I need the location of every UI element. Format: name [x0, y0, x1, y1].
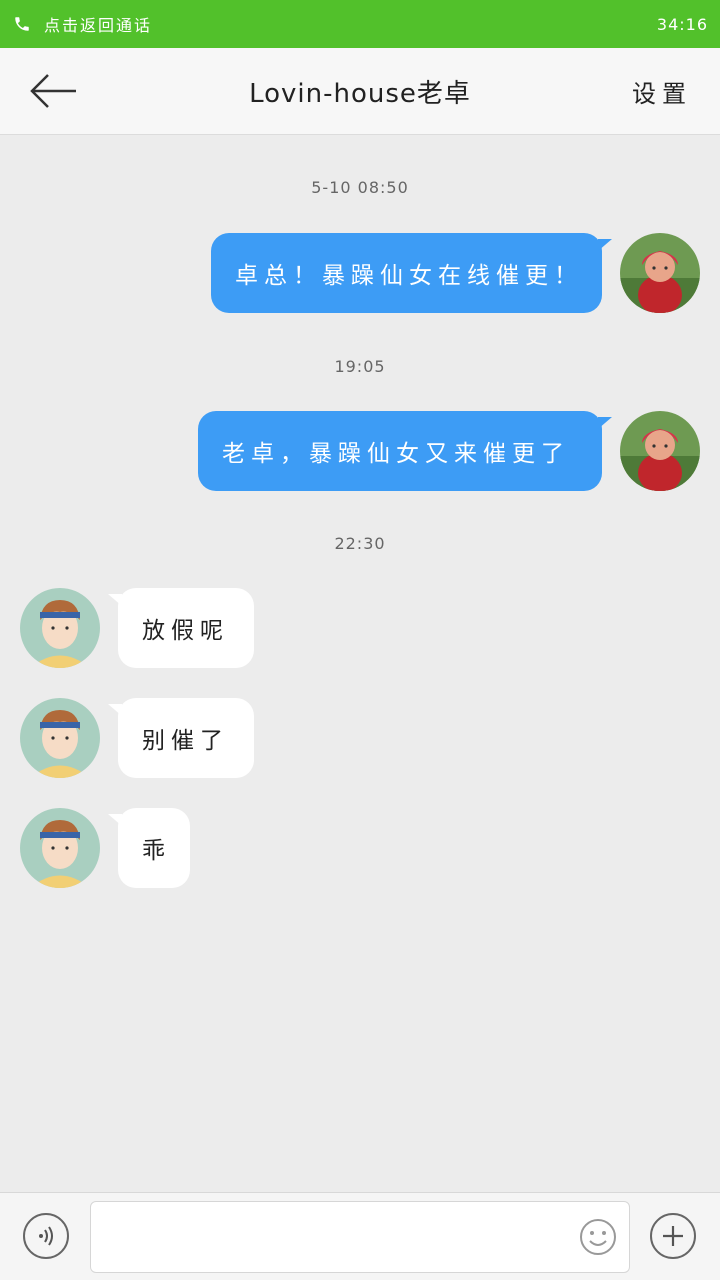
input-bar	[0, 1192, 720, 1280]
incoming-message-bubble[interactable]: 别催了	[108, 698, 254, 778]
message-timestamp: 5-10 08:50	[311, 178, 409, 197]
my-avatar[interactable]	[620, 411, 700, 491]
arrow-left-icon	[30, 74, 76, 108]
message-timestamp: 19:05	[334, 357, 386, 376]
plus-icon	[663, 1226, 683, 1246]
voice-button[interactable]	[23, 1213, 69, 1259]
plus-button[interactable]	[650, 1213, 696, 1259]
return-to-call[interactable]: 点击返回通话	[12, 12, 152, 36]
phone-icon	[12, 14, 32, 34]
call-text: 点击返回通话	[44, 16, 153, 35]
smiley-icon	[580, 1219, 616, 1255]
settings-button[interactable]: 设置	[632, 48, 692, 135]
page-title: Lovin-house老卓	[249, 79, 471, 109]
nav-bar: Lovin-house老卓 设置	[0, 48, 720, 135]
call-timer: 34:16	[656, 14, 708, 34]
contact-avatar[interactable]	[20, 588, 100, 668]
chat-area[interactable]: 5-10 08:50 卓总！暴躁仙女在线催更！ 19:05 老卓，暴躁仙女又来催…	[0, 136, 720, 1192]
outgoing-message-bubble[interactable]: 老卓，暴躁仙女又来催更了	[198, 411, 612, 491]
emoji-button[interactable]	[578, 1217, 618, 1257]
contact-avatar[interactable]	[20, 808, 100, 888]
contact-avatar[interactable]	[20, 698, 100, 778]
status-bar[interactable]: 点击返回通话 34:16	[0, 0, 720, 48]
message-timestamp: 22:30	[334, 534, 386, 553]
my-avatar[interactable]	[620, 233, 700, 313]
voice-icon	[39, 1226, 53, 1246]
incoming-message-bubble[interactable]: 乖	[108, 808, 190, 888]
back-button[interactable]	[22, 66, 86, 116]
message-input[interactable]	[90, 1201, 630, 1273]
incoming-message-bubble[interactable]: 放假呢	[108, 588, 254, 668]
outgoing-message-bubble[interactable]: 卓总！暴躁仙女在线催更！	[211, 233, 612, 313]
